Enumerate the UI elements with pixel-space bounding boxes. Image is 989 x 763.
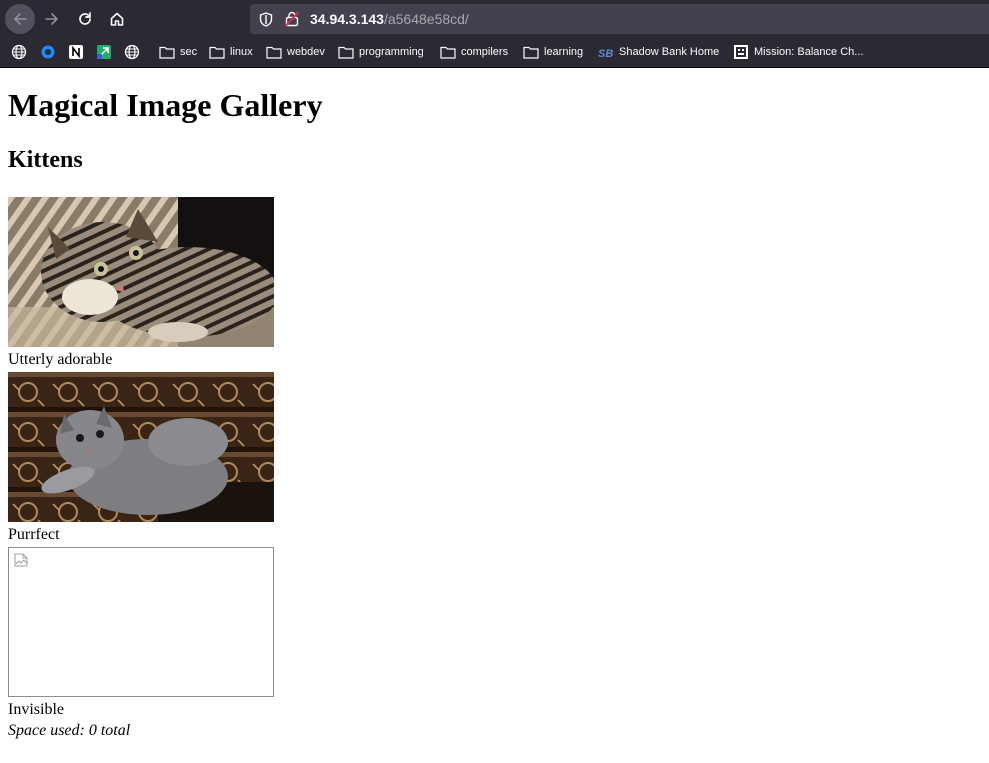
folder-icon — [159, 46, 175, 59]
folder-icon — [266, 46, 282, 59]
globe-icon[interactable] — [11, 44, 27, 60]
folder-icon — [338, 46, 354, 59]
url-path: /a5648e58cd/ — [383, 11, 469, 27]
tracking-shield-icon[interactable] — [259, 12, 273, 27]
bookmark-mission-balance[interactable]: Mission: Balance Ch... — [733, 44, 863, 60]
caption-purrfect: Purrfect — [8, 526, 60, 543]
bookmarks-bar: sec linux webdev programming compilers l… — [0, 37, 989, 68]
bookmark-label: webdev — [287, 46, 325, 58]
url-host: 34.94.3.143 — [310, 11, 384, 27]
mission-icon — [734, 45, 748, 59]
folder-icon — [209, 46, 225, 59]
grey-kitten-photo — [8, 372, 274, 522]
globe-icon[interactable] — [124, 44, 140, 60]
bookmark-folder-webdev[interactable]: webdev — [266, 44, 325, 60]
bookmark-folder-compilers[interactable]: compilers — [440, 44, 508, 60]
bookmark-shadow-bank-home[interactable]: SB Shadow Bank Home — [598, 44, 719, 60]
reload-icon — [79, 12, 91, 25]
insecure-lock-icon[interactable] — [285, 11, 299, 27]
back-arrow-icon — [14, 13, 27, 25]
bookmark-label: Shadow Bank Home — [619, 46, 720, 58]
space-used-text: Space used: 0 total — [8, 722, 131, 739]
forward-button[interactable] — [37, 4, 67, 34]
home-icon — [110, 12, 124, 26]
svg-text:SB: SB — [598, 48, 613, 59]
shadow-bank-icon: SB — [598, 48, 613, 59]
caption-utterly-adorable: Utterly adorable — [8, 351, 113, 368]
home-button[interactable] — [102, 4, 132, 34]
section-heading: Kittens — [8, 147, 83, 173]
bookmark-label: Mission: Balance Ch... — [754, 46, 864, 58]
url-text[interactable]: 34.94.3.143/a5648e58cd/ — [310, 11, 469, 27]
bookmark-folder-programming[interactable]: programming — [338, 44, 424, 60]
bookmark-folder-learning[interactable]: learning — [523, 44, 583, 60]
broken-image-placeholder — [8, 547, 274, 697]
bookmark-label: linux — [230, 46, 253, 58]
tabby-kitten-photo — [8, 197, 274, 347]
notion-icon[interactable] — [68, 44, 84, 60]
folder-icon — [440, 46, 456, 59]
reload-button[interactable] — [70, 4, 100, 34]
extension-app-icon[interactable] — [96, 44, 112, 60]
bookmark-folder-linux[interactable]: linux — [209, 44, 253, 60]
bookmark-label: compilers — [461, 46, 509, 58]
bookmark-label: sec — [180, 46, 198, 58]
back-button[interactable] — [5, 4, 35, 34]
bookmark-label: programming — [359, 46, 424, 58]
browser-toolbar: 34.94.3.143/a5648e58cd/ — [0, 0, 989, 37]
bookmark-label: learning — [544, 46, 584, 58]
folder-icon — [523, 46, 539, 59]
page-title: Magical Image Gallery — [8, 87, 323, 123]
url-bar[interactable]: 34.94.3.143/a5648e58cd/ — [250, 4, 989, 34]
broken-image-icon — [14, 553, 28, 567]
forward-arrow-icon — [45, 13, 58, 25]
ring-app-icon[interactable] — [40, 44, 56, 60]
caption-invisible: Invisible — [8, 701, 64, 718]
bookmark-folder-sec[interactable]: sec — [159, 44, 197, 60]
